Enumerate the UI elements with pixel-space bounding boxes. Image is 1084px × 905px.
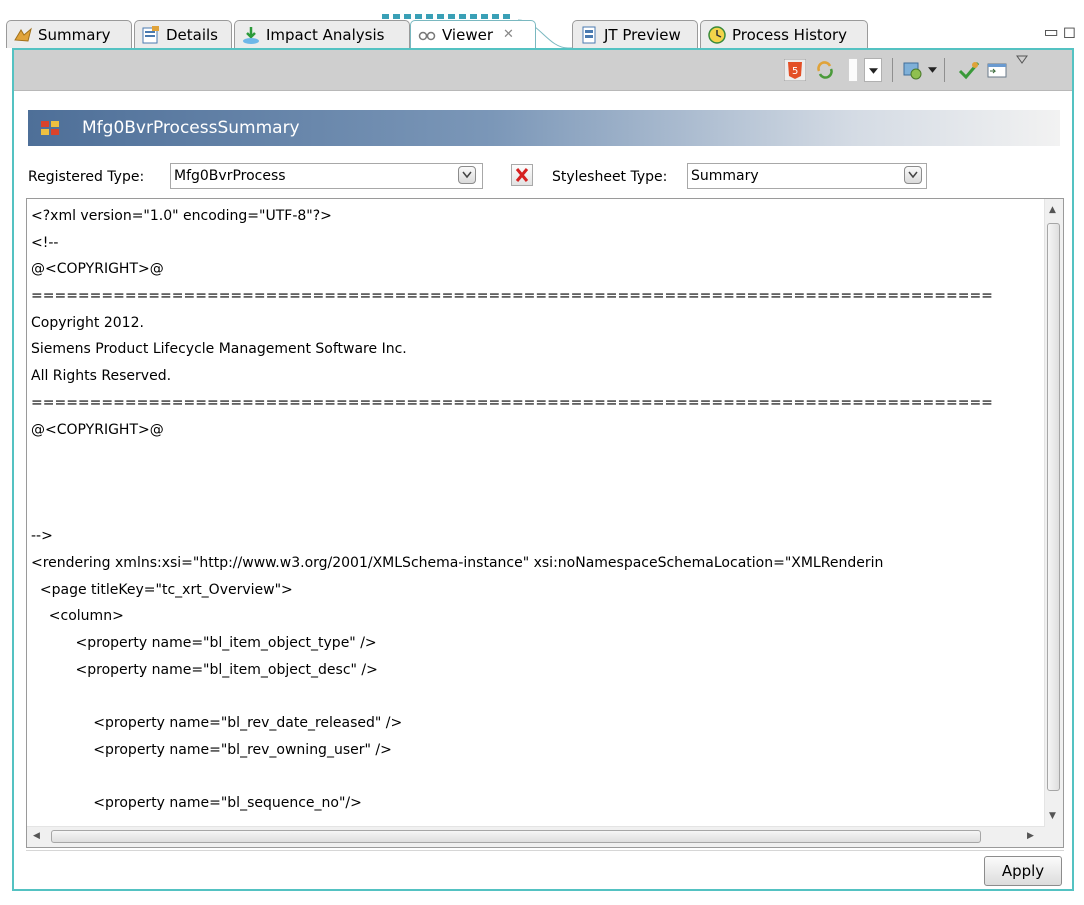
code-line: <!-- [31, 234, 59, 251]
details-icon [142, 25, 159, 43]
code-line: <property name="bl_item_object_desc" /> [31, 661, 378, 678]
view-menu-icon[interactable] [1016, 55, 1028, 64]
dropdown-button[interactable] [864, 58, 882, 82]
delete-icon [515, 168, 529, 182]
code-line: --> [31, 528, 53, 545]
code-line: <property name="bl_rev_date_released" /> [31, 715, 403, 732]
chevron-down-icon [869, 68, 878, 74]
code-line: @<COPYRIGHT>@ [31, 261, 164, 278]
view-controls: ▭◻ [1044, 22, 1080, 41]
xml-code-area[interactable]: <?xml version="1.0" encoding="UTF-8"?> <!… [31, 203, 1045, 823]
stylesheet-type-combo[interactable]: Summary [687, 163, 927, 189]
code-line: <?xml version="1.0" encoding="UTF-8"?> [31, 208, 332, 224]
tab-summary[interactable]: Summary [6, 20, 132, 48]
chevron-down-icon [908, 171, 918, 179]
tab-label: JT Preview [604, 25, 681, 44]
scroll-up-icon[interactable]: ▲ [1049, 205, 1056, 215]
scrollbar-corner [1045, 827, 1063, 847]
code-line: @<COPYRIGHT>@ [31, 421, 164, 438]
registered-type-dropdown-button[interactable] [458, 166, 476, 184]
tab-details[interactable]: Details [134, 20, 232, 48]
toolbar-separator [944, 58, 945, 82]
process-history-icon [708, 25, 726, 44]
code-line: <property name="bl_sequence_no"/> [31, 795, 362, 812]
tab-label: Viewer [442, 25, 493, 44]
toolbar-separator [892, 58, 893, 82]
impact-analysis-icon [243, 26, 259, 44]
chevron-down-icon [462, 171, 472, 179]
svg-text:5: 5 [792, 66, 798, 77]
tab-label: Details [166, 25, 219, 44]
stylesheet-type-dropdown-button[interactable] [904, 166, 922, 184]
code-line: <column> [31, 608, 124, 625]
horizontal-scrollbar[interactable]: ◀ ▶ [27, 826, 1045, 847]
viewer-icon [418, 31, 436, 40]
tab-viewer[interactable]: Viewer ✕ [410, 20, 536, 48]
chevron-down-icon[interactable] [928, 67, 937, 73]
stylesheet-type-value: Summary [691, 168, 759, 184]
viewer-title: Mfg0BvrProcessSummary [82, 118, 300, 138]
code-line: <rendering xmlns:xsi="http://www.w3.org/… [31, 554, 884, 571]
close-icon[interactable]: ✕ [503, 27, 514, 42]
tab-process-history[interactable]: Process History [700, 20, 868, 48]
html5-icon[interactable]: 5 [784, 59, 806, 81]
summary-icon [14, 27, 32, 42]
divider [26, 850, 1064, 851]
scroll-down-icon[interactable]: ▼ [1049, 811, 1056, 821]
minimize-icon[interactable]: ▭ [1044, 22, 1063, 41]
registered-type-label: Registered Type: [28, 169, 145, 185]
registered-type-value: Mfg0BvrProcess [174, 168, 286, 184]
process-icon [41, 121, 59, 135]
jt-preview-icon [582, 26, 596, 43]
horizontal-scroll-thumb[interactable] [51, 830, 981, 843]
tab-jt-preview[interactable]: JT Preview [572, 20, 698, 48]
tab-label: Summary [38, 25, 111, 44]
vertical-scrollbar[interactable]: ▲ ▼ [1044, 199, 1063, 827]
stylesheet-type-label: Stylesheet Type: [552, 169, 668, 185]
active-tab-indicator [382, 14, 512, 19]
maximize-icon[interactable]: ◻ [1063, 22, 1080, 41]
tab-label: Impact Analysis [266, 25, 385, 44]
check-icon[interactable] [958, 59, 980, 81]
code-line: ========================================… [31, 394, 993, 411]
code-line: All Rights Reserved. [31, 368, 172, 385]
window-icon[interactable] [986, 59, 1008, 81]
scroll-left-icon[interactable]: ◀ [33, 831, 40, 841]
color-swatch-icon[interactable] [848, 58, 858, 82]
code-line: ========================================… [31, 288, 993, 305]
code-line: <property name="bl_rev_owning_user" /> [31, 741, 392, 758]
viewer-title-bar: Mfg0BvrProcessSummary [28, 110, 1060, 146]
code-line: Copyright 2012. [31, 314, 144, 331]
code-line: <property name="bl_item_object_type" /> [31, 635, 377, 651]
clear-registered-type-button[interactable] [511, 164, 533, 186]
viewer-panel: 5 Mfg0BvrProcessSummary Registered Type:… [12, 48, 1074, 891]
settings-icon[interactable] [902, 59, 924, 81]
tab-label: Process History [732, 25, 848, 44]
code-line: Siemens Product Lifecycle Management Sof… [31, 341, 407, 358]
code-line: <page titleKey="tc_xrt_Overview"> [31, 581, 293, 598]
scroll-right-icon[interactable]: ▶ [1027, 831, 1034, 841]
viewer-toolbar: 5 [14, 50, 1072, 91]
sync-icon[interactable] [814, 59, 836, 81]
vertical-scroll-thumb[interactable] [1047, 223, 1060, 791]
xml-editor[interactable]: <?xml version="1.0" encoding="UTF-8"?> <!… [26, 198, 1064, 848]
apply-button[interactable]: Apply [984, 856, 1062, 886]
stylesheet-form-row: Registered Type: Mfg0BvrProcess Styleshe… [28, 163, 1060, 191]
tab-impact-analysis[interactable]: Impact Analysis [234, 20, 410, 48]
code-line: </column> [31, 817, 1045, 823]
registered-type-combo[interactable]: Mfg0BvrProcess [170, 163, 483, 189]
